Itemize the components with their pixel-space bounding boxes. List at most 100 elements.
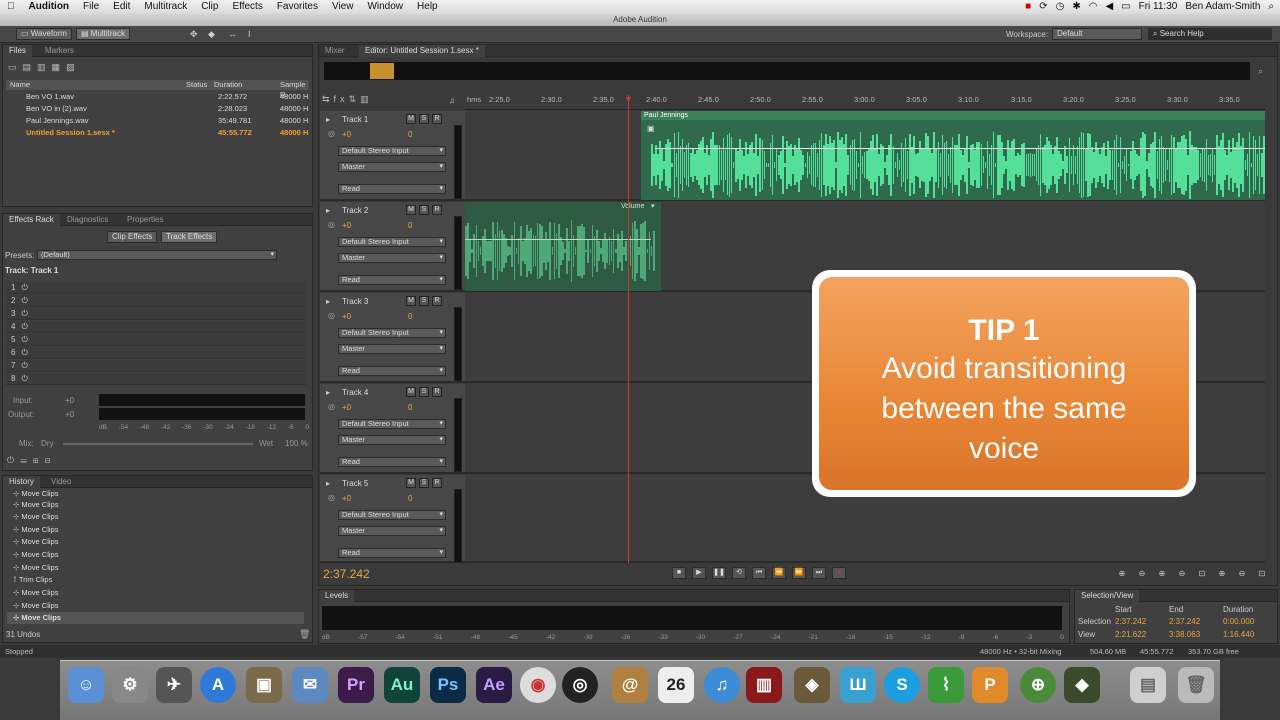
power-icon[interactable]: ⏻ <box>15 335 27 344</box>
record-arm-button[interactable]: R <box>432 387 442 397</box>
trash-icon[interactable]: 🗑 <box>299 629 310 640</box>
record-arm-button[interactable]: R <box>432 478 442 488</box>
record-arm-button[interactable]: R <box>432 114 442 124</box>
history-item[interactable]: ⊹ Move Clips <box>13 524 58 536</box>
zoom-out-time-icon[interactable]: ⊖ <box>1176 569 1188 579</box>
razor-tool-icon[interactable]: ◆ <box>208 29 215 40</box>
track-collapse-icon[interactable]: ▸ <box>326 297 330 306</box>
headphone-icon[interactable]: ♫ <box>449 96 455 105</box>
loop-button[interactable]: ⟲ <box>732 567 746 579</box>
track-automation-select[interactable]: Read <box>338 366 446 376</box>
power-icon[interactable]: ⏻ <box>15 374 27 383</box>
power-icon[interactable]: ⏻ <box>15 361 27 370</box>
image-capture-icon[interactable]: ▣ <box>246 667 282 703</box>
volume-knob-icon[interactable]: ◎ <box>328 220 335 229</box>
track-name[interactable]: Track 2 <box>342 206 368 215</box>
skype-icon[interactable]: S <box>884 667 920 703</box>
menu-favorites[interactable]: Favorites <box>270 0 325 14</box>
power-icon[interactable]: ⏻ <box>15 322 27 331</box>
track-input-select[interactable]: Default Stereo Input <box>338 237 446 247</box>
track-automation-select[interactable]: Read <box>338 275 446 285</box>
rewind-button[interactable]: ⏪ <box>772 567 786 579</box>
zoom-out-point-icon[interactable]: ⊖ <box>1236 569 1248 579</box>
clip-effects-button[interactable]: Clip Effects <box>107 231 158 243</box>
tab-history[interactable]: History <box>3 476 40 488</box>
tab-effects-rack[interactable]: Effects Rack <box>3 214 60 226</box>
selection-end[interactable]: 2:37.242 <box>1169 617 1200 626</box>
fast-forward-button[interactable]: ⏩ <box>792 567 806 579</box>
numbers-icon[interactable]: ⌇ <box>928 667 964 703</box>
menu-multitrack[interactable]: Multitrack <box>137 0 194 14</box>
track-effects-button[interactable]: Track Effects <box>161 231 218 243</box>
audio-clip-track-2[interactable]: Volume ▾ <box>465 202 661 291</box>
solo-button[interactable]: S <box>419 296 429 306</box>
tab-levels[interactable]: Levels <box>319 590 355 602</box>
track-volume[interactable]: +0 <box>342 403 351 412</box>
record-arm-button[interactable]: R <box>432 205 442 215</box>
calendar-icon[interactable]: 26 <box>658 667 694 703</box>
track-header-5[interactable]: ▸ Track 5 MSR ◎ +0 0 Default Stereo Inpu… <box>320 475 465 563</box>
new-file-icon[interactable]: ▥ <box>37 62 52 72</box>
menu-user[interactable]: Ben Adam-Smith <box>1185 0 1260 14</box>
volume-envelope[interactable] <box>465 239 651 240</box>
volume-envelope[interactable] <box>655 148 1265 149</box>
record-arm-button[interactable]: R <box>432 296 442 306</box>
waveform-button[interactable]: ▭ Waveform <box>16 28 72 40</box>
col-status[interactable]: Status <box>186 80 207 90</box>
track-volume[interactable]: +0 <box>342 221 351 230</box>
tab-video[interactable]: Video <box>45 476 77 488</box>
track-output-select[interactable]: Master <box>338 253 446 263</box>
track-volume[interactable]: +0 <box>342 312 351 321</box>
power-all-icon[interactable]: ⏻ <box>7 455 20 465</box>
sync-icon[interactable]: ⟳ <box>1039 0 1047 14</box>
tab-markers[interactable]: Markers <box>39 45 80 57</box>
col-name[interactable]: Name <box>10 80 30 90</box>
photoshop-icon[interactable]: Ps <box>430 667 466 703</box>
mute-button[interactable]: M <box>406 205 416 215</box>
solo-button[interactable]: S <box>419 205 429 215</box>
effect-slot[interactable]: 7 ⏻ <box>6 360 306 372</box>
documents-stack-icon[interactable]: ▤ <box>1130 667 1166 703</box>
menu-file[interactable]: File <box>76 0 106 14</box>
col-duration[interactable]: Duration <box>214 80 242 90</box>
effect-slot[interactable]: 1 ⏻ <box>6 282 306 294</box>
contacts-icon[interactable]: @ <box>612 667 648 703</box>
file-row[interactable]: Untitled Session 1.sesx * 45:55.772 48000 … <box>6 127 309 139</box>
tab-diagnostics[interactable]: Diagnostics <box>61 214 114 226</box>
solo-button[interactable]: S <box>419 114 429 124</box>
presets-select[interactable]: (Default) <box>37 250 277 260</box>
track-automation-select[interactable]: Read <box>338 184 446 194</box>
premiere-icon[interactable]: Pr <box>338 667 374 703</box>
effect-slot[interactable]: 8 ⏻ <box>6 373 306 385</box>
insert-icon[interactable]: ▦ <box>52 62 67 72</box>
zoom-in-amplitude-icon[interactable]: ⊕ <box>1116 569 1128 579</box>
meters-icon[interactable]: ▥ <box>360 94 373 104</box>
tab-mixer[interactable]: Mixer <box>319 45 351 57</box>
chrome-icon[interactable]: ◉ <box>520 667 556 703</box>
clock-icon[interactable]: ◷ <box>1056 0 1065 14</box>
mute-button[interactable]: M <box>406 387 416 397</box>
zoom-in-point-icon[interactable]: ⊕ <box>1216 569 1228 579</box>
file-row[interactable]: Paul Jennings.wav 35:49.781 48000 H <box>6 115 309 127</box>
file-row[interactable]: Ben VO 1.wav 2:22.572 48000 H <box>6 91 309 103</box>
apple-icon[interactable]:  <box>0 0 22 14</box>
slip-tool-icon[interactable]: ↔ <box>228 29 237 39</box>
history-item[interactable]: ⊹ Move Clips <box>13 549 58 561</box>
track-name[interactable]: Track 4 <box>342 388 368 397</box>
history-item[interactable]: ⊹ Move Clips <box>13 562 58 574</box>
track-volume[interactable]: +0 <box>342 130 351 139</box>
output-volume[interactable]: +0 <box>65 410 74 419</box>
track-collapse-icon[interactable]: ▸ <box>326 479 330 488</box>
track-pan[interactable]: 0 <box>408 312 412 321</box>
battery-icon[interactable]: ▭ <box>1121 0 1130 14</box>
overview-bar[interactable] <box>324 62 1250 80</box>
iphoto-icon[interactable]: ◈ <box>794 667 830 703</box>
effect-slot[interactable]: 2 ⏻ <box>6 295 306 307</box>
menu-window[interactable]: Window <box>360 0 410 14</box>
mute-button[interactable]: M <box>406 296 416 306</box>
tab-properties[interactable]: Properties <box>121 214 169 226</box>
move-tool-icon[interactable]: ✥ <box>190 29 198 40</box>
power-icon[interactable]: ⏻ <box>15 348 27 357</box>
track-collapse-icon[interactable]: ▸ <box>326 206 330 215</box>
system-preferences-icon[interactable]: ⚙ <box>112 667 148 703</box>
